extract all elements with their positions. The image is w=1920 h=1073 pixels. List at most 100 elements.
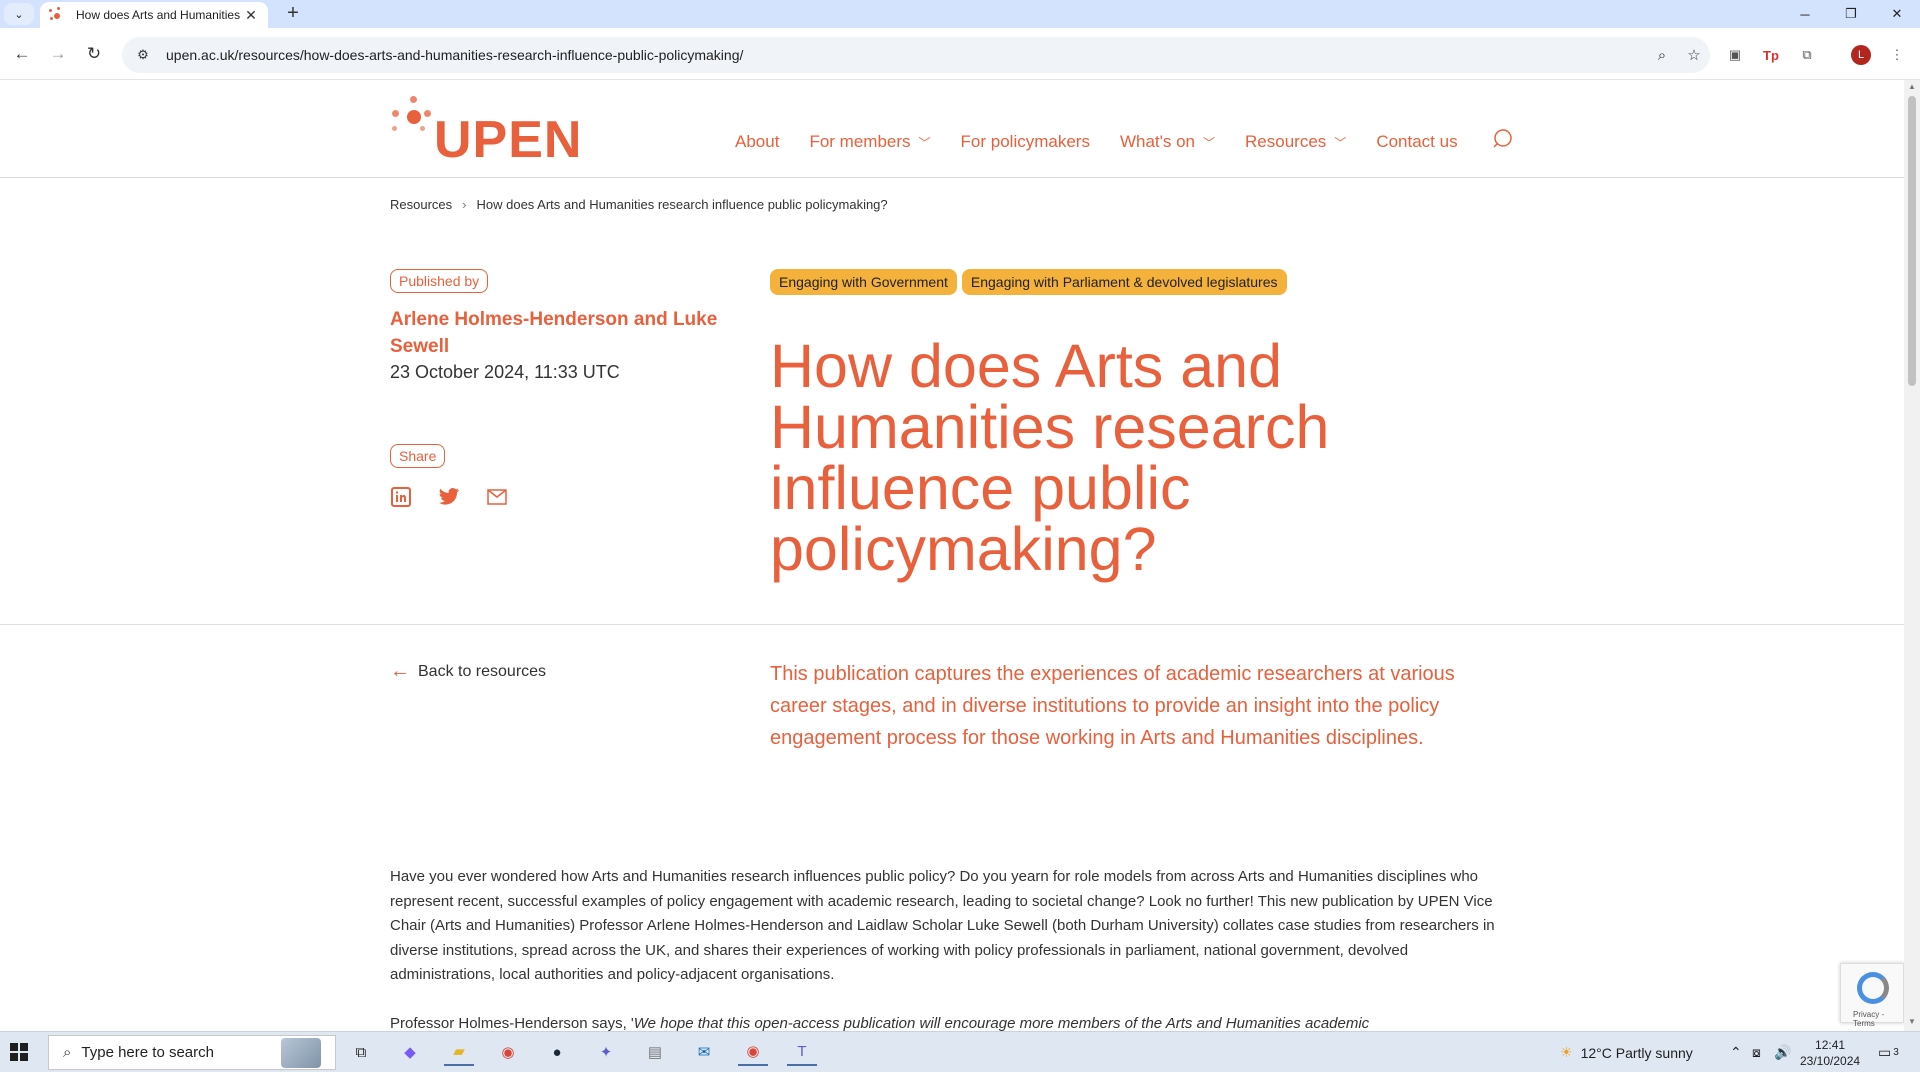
scroll-down-icon[interactable]: ▼	[1904, 1017, 1920, 1031]
breadcrumb: Resources › How does Arts and Humanities…	[390, 197, 888, 212]
search-highlight-image	[281, 1038, 321, 1068]
tag-engaging-with-government[interactable]: Engaging with Government	[770, 269, 957, 295]
task-view-icon[interactable]: ⧉	[346, 1038, 376, 1066]
recaptcha-links[interactable]: Privacy - Terms	[1853, 1010, 1903, 1028]
tab-close-icon[interactable]: ✕	[242, 7, 260, 24]
photos-icon[interactable]: ▤	[640, 1038, 670, 1066]
publish-date: 23 October 2024, 11:33 UTC	[390, 362, 620, 382]
tab-list-chevron-icon[interactable]: ⌄	[4, 3, 34, 25]
nav-whats-on[interactable]: What's on ﹀	[1120, 132, 1215, 152]
article-authors[interactable]: Arlene Holmes-Henderson and Luke Sewell	[390, 306, 730, 360]
published-by-label: Published by	[390, 269, 489, 293]
site-info-icon[interactable]: ⚙	[130, 47, 156, 63]
nav-label: For members	[809, 132, 911, 151]
copilot-icon[interactable]: ◆	[395, 1038, 425, 1066]
linkedin-icon[interactable]	[390, 486, 412, 508]
clock[interactable]: 12:41 23/10/2024	[1800, 1032, 1860, 1073]
breadcrumb-separator: ›	[462, 197, 467, 212]
taskbar-search-placeholder: Type here to search	[81, 1044, 214, 1061]
breadcrumb-resources-link[interactable]: Resources	[390, 197, 452, 212]
paragraph-2-text: Professor Holmes-Henderson says, '	[390, 1015, 634, 1031]
reload-icon[interactable]: ↻	[80, 40, 108, 68]
teams-icon[interactable]: T	[787, 1038, 817, 1066]
windows-start-icon[interactable]	[10, 1043, 28, 1061]
restore-icon[interactable]: ❐	[1828, 0, 1874, 28]
nav-for-policymakers[interactable]: For policymakers	[961, 132, 1090, 152]
nav-label: For policymakers	[960, 132, 1090, 151]
address-bar[interactable]: ⚙ upen.ac.uk/resources/how-does-arts-and…	[122, 37, 1710, 73]
main-nav: About For members ﹀ For policymakers What…	[735, 132, 1488, 152]
notification-count: 3	[1893, 1047, 1899, 1058]
volume-icon[interactable]: 🔊	[1774, 1032, 1791, 1073]
clock-date: 23/10/2024	[1800, 1053, 1861, 1068]
article-title: How does Arts and Humanities research in…	[770, 332, 1330, 583]
chrome-profile-icon[interactable]: ◉	[738, 1038, 768, 1066]
logo-text: UPEN	[434, 111, 583, 169]
extensions-puzzle-icon[interactable]: ⧉	[1794, 42, 1820, 68]
article-paragraph-2: Professor Holmes-Henderson says, 'We hop…	[390, 1012, 1510, 1031]
close-window-icon[interactable]: ✕	[1874, 0, 1920, 28]
profile-avatar[interactable]: L	[1851, 45, 1871, 65]
breadcrumb-current: How does Arts and Humanities research in…	[476, 197, 888, 212]
back-icon[interactable]: ←	[8, 40, 36, 68]
nav-about[interactable]: About	[735, 132, 779, 152]
chevron-down-icon: ﹀	[1334, 135, 1347, 150]
zoom-icon[interactable]: ⌕	[1646, 47, 1678, 64]
chevron-down-icon: ﹀	[918, 135, 931, 150]
nav-label: Contact us	[1376, 132, 1458, 151]
recaptcha-icon	[1857, 972, 1889, 1004]
menu-dots-icon[interactable]: ⋮	[1884, 42, 1910, 68]
back-label: Back to resources	[418, 662, 547, 680]
notification-bubble-icon: ▭	[1878, 1044, 1892, 1060]
clock-time: 12:41	[1815, 1037, 1846, 1052]
forward-icon[interactable]: →	[44, 40, 72, 68]
new-tab-button[interactable]: +	[282, 2, 304, 25]
tray-chevron-icon[interactable]: ⌃	[1730, 1032, 1742, 1073]
outlook-icon[interactable]: ✉	[689, 1038, 719, 1066]
share-label: Share	[390, 444, 446, 468]
upen-favicon-icon	[48, 7, 64, 23]
recaptcha-badge[interactable]: Privacy - Terms	[1840, 963, 1904, 1028]
tag-list: Engaging with Government Engaging with P…	[770, 269, 1287, 295]
taskbar-search-box[interactable]: ⌕ Type here to search	[48, 1035, 336, 1070]
web-page: UPEN About For members ﹀ For policymakers…	[0, 80, 1904, 1031]
file-explorer-icon[interactable]: ▰	[444, 1038, 474, 1066]
url-text[interactable]: upen.ac.uk/resources/how-does-arts-and-h…	[166, 47, 1646, 63]
search-icon[interactable]	[1492, 128, 1514, 150]
network-icon[interactable]: ⧇	[1752, 1032, 1761, 1073]
minimize-icon[interactable]: ─	[1782, 0, 1828, 28]
steam-icon[interactable]: ●	[542, 1038, 572, 1066]
extension-tp-icon[interactable]: Tp	[1758, 42, 1784, 68]
scroll-up-icon[interactable]: ▲	[1904, 82, 1920, 96]
app-icon[interactable]: ✦	[591, 1038, 621, 1066]
page-scrollbar[interactable]: ▲ ▼	[1904, 80, 1920, 1031]
weather-sun-icon: ☀	[1560, 1044, 1573, 1060]
share-icons	[390, 486, 508, 508]
paragraph-2-quote: We hope that this open-access publicatio…	[633, 1015, 1370, 1031]
article-lead: This publication captures the experience…	[770, 663, 1455, 749]
windows-taskbar: ⌕ Type here to search ⧉ ◆ ▰ ◉ ● ✦ ▤ ✉ ◉ …	[0, 1031, 1920, 1072]
browser-tab[interactable]: How does Arts and Humanities ✕	[40, 2, 268, 28]
extension-icon[interactable]: ▣	[1722, 42, 1748, 68]
chrome-icon[interactable]: ◉	[493, 1038, 523, 1066]
nav-label: Resources	[1245, 132, 1327, 151]
back-to-resources-link[interactable]: ← Back to resources	[390, 660, 546, 683]
nav-label: About	[735, 132, 780, 151]
nav-contact-us[interactable]: Contact us	[1376, 132, 1457, 152]
twitter-icon[interactable]	[438, 486, 460, 508]
bookmark-star-icon[interactable]: ☆	[1678, 46, 1710, 64]
site-header: UPEN About For members ﹀ For policymakers…	[0, 80, 1904, 178]
tab-title: How does Arts and Humanities	[76, 8, 241, 22]
article-paragraph-1: Have you ever wondered how Arts and Huma…	[390, 868, 1495, 983]
scroll-thumb[interactable]	[1908, 96, 1916, 386]
nav-resources[interactable]: Resources ﹀	[1245, 132, 1346, 152]
upen-logo[interactable]: UPEN	[390, 94, 581, 169]
arrow-left-icon: ←	[390, 660, 410, 682]
email-icon[interactable]	[486, 486, 508, 508]
nav-for-members[interactable]: For members ﹀	[809, 132, 930, 152]
notifications-icon[interactable]: ▭ 3	[1878, 1032, 1899, 1073]
search-icon: ⌕	[63, 1044, 72, 1061]
weather-widget[interactable]: ☀ 12°C Partly sunny	[1560, 1032, 1693, 1073]
tag-engaging-with-parliament[interactable]: Engaging with Parliament & devolved legi…	[961, 269, 1287, 295]
browser-tab-bar: ⌄ How does Arts and Humanities ✕ + ─ ❐ ✕	[0, 0, 1920, 28]
